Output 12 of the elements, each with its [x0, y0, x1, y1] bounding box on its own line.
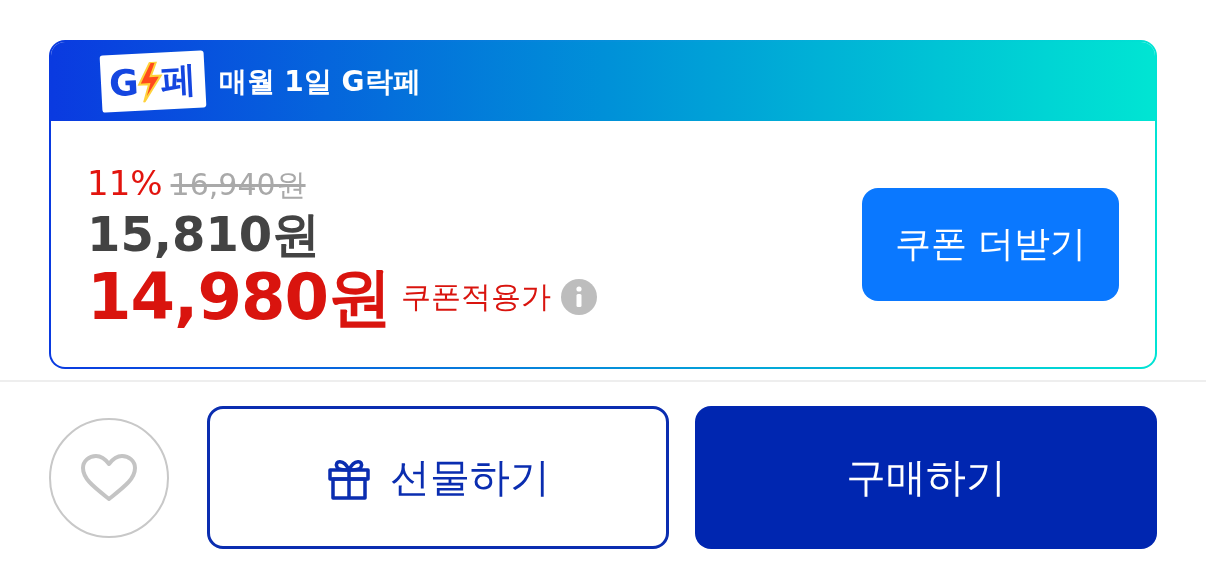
coupon-button[interactable]: 쿠폰 더받기	[862, 187, 1119, 301]
heart-icon	[80, 452, 138, 503]
sale-price: 15,810원	[87, 206, 322, 264]
buy-button[interactable]: 구매하기	[695, 406, 1157, 549]
info-icon[interactable]	[560, 279, 597, 316]
discount-rate: 11%	[87, 163, 163, 204]
promo-logo: G 페	[99, 50, 206, 113]
coupon-price: 14,980원	[87, 263, 391, 331]
gift-button[interactable]: 선물하기	[207, 406, 669, 549]
promo-title: 매월 1일 G락페	[218, 63, 421, 100]
coupon-price-label: 쿠폰적용가	[400, 277, 551, 316]
original-price: 16,940원	[170, 166, 306, 205]
